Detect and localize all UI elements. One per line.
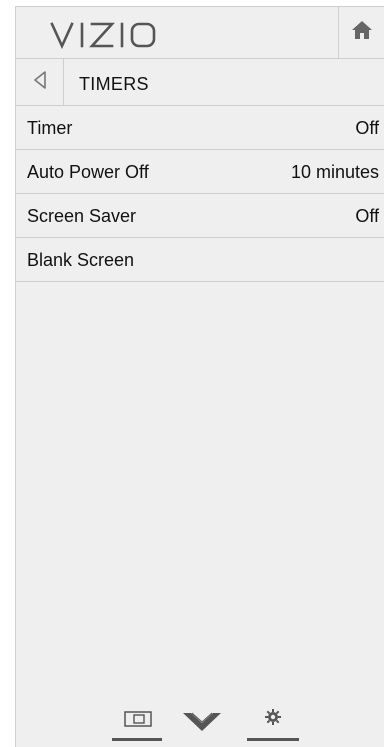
- settings-panel: TIMERS Timer Off Auto Power Off 10 minut…: [15, 6, 384, 747]
- input-underline: [112, 738, 162, 741]
- menu-item-label: Blank Screen: [27, 250, 135, 270]
- header: [16, 7, 384, 59]
- menu-item-timer[interactable]: Timer Off: [16, 106, 384, 150]
- menu-item-blank-screen[interactable]: Blank Screen: [16, 238, 384, 282]
- page-title: TIMERS: [79, 74, 149, 94]
- vizio-v-icon: [182, 712, 222, 737]
- home-icon: [351, 20, 373, 45]
- menu-item-label: Timer: [27, 118, 73, 138]
- screen: TIMERS Timer Off Auto Power Off 10 minut…: [0, 0, 384, 747]
- settings-button[interactable]: [247, 709, 299, 741]
- input-icon: [124, 711, 152, 732]
- timers-menu: Timer Off Auto Power Off 10 minutes Scre…: [16, 106, 384, 282]
- vizio-button[interactable]: [182, 711, 222, 739]
- home-button[interactable]: [338, 7, 384, 58]
- bottom-nav: [16, 705, 384, 741]
- gear-icon: [265, 709, 281, 730]
- settings-underline: [247, 738, 299, 741]
- back-triangle-icon: [33, 70, 47, 94]
- menu-item-label: Screen Saver: [27, 206, 137, 226]
- menu-item-label: Auto Power Off: [27, 162, 149, 182]
- vizio-logo: [50, 20, 160, 50]
- menu-item-screen-saver[interactable]: Screen Saver Off: [16, 194, 384, 238]
- menu-item-auto-power-off[interactable]: Auto Power Off 10 minutes: [16, 150, 384, 194]
- title-bar: TIMERS: [16, 59, 384, 106]
- input-button[interactable]: [112, 709, 162, 741]
- menu-item-value: 10 minutes: [290, 162, 379, 182]
- menu-item-value: Off: [355, 206, 379, 226]
- menu-item-value: Off: [355, 118, 379, 138]
- back-button[interactable]: [16, 59, 64, 105]
